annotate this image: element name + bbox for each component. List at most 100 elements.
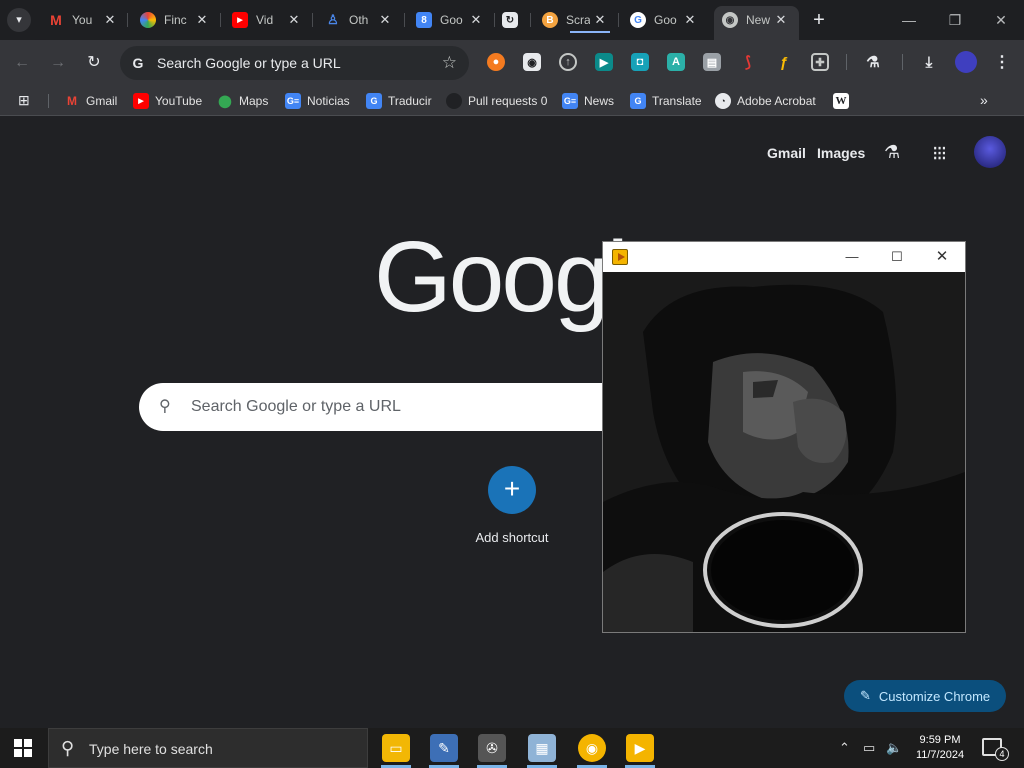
extensions-puzzle-icon[interactable]: ✚ xyxy=(811,53,829,71)
images-link[interactable]: Images xyxy=(817,145,865,161)
tab-google-docs[interactable]: 8 Goo ✕ xyxy=(416,6,484,34)
restore-button[interactable]: ❐ xyxy=(940,8,970,32)
close-icon[interactable]: ✕ xyxy=(592,12,608,28)
tab-label: New xyxy=(746,13,770,27)
bookmark-news[interactable]: G≡ News xyxy=(562,92,614,110)
extension-orange-icon[interactable]: ● xyxy=(487,53,505,71)
video-player-app-icon xyxy=(612,249,628,265)
tab-divider xyxy=(494,13,495,27)
bookmark-youtube[interactable]: ▶ YouTube xyxy=(133,92,202,110)
wikipedia-icon: W xyxy=(833,93,849,109)
docs-icon: 8 xyxy=(416,12,432,28)
film-reel-icon[interactable]: ✇ xyxy=(478,734,506,762)
address-bar[interactable]: G Search Google or type a URL ☆ xyxy=(120,46,469,80)
tab-find[interactable]: Finc ✕ xyxy=(140,6,210,34)
close-icon[interactable]: ✕ xyxy=(468,12,484,28)
close-icon[interactable]: ✕ xyxy=(377,12,393,28)
video-maximize-button[interactable]: ☐ xyxy=(882,246,912,268)
webcam-image xyxy=(603,272,965,632)
bookmark-label: Translate xyxy=(652,94,702,108)
youtube-icon: ▶ xyxy=(133,93,149,109)
video-player-app-icon[interactable]: ▶ xyxy=(626,734,654,762)
profile-avatar[interactable] xyxy=(955,51,977,73)
labs-flask-icon[interactable]: ⚗ xyxy=(884,142,900,163)
bookmark-adobe-acrobat[interactable]: ◔ Adobe Acrobat xyxy=(715,92,816,110)
volume-icon[interactable]: 🔈 xyxy=(886,740,902,756)
tab-label: Scra xyxy=(566,13,590,27)
tab-gmail[interactable]: M You ✕ xyxy=(48,6,118,34)
tab-new-tab[interactable]: ◉ New ✕ xyxy=(714,6,799,40)
bookmark-pull-requests[interactable]: Pull requests 0 xyxy=(446,92,547,110)
more-bookmarks-chevron-icon[interactable]: » xyxy=(980,92,988,108)
video-close-button[interactable]: ✕ xyxy=(927,246,957,268)
show-hidden-icons-chevron-icon[interactable]: ⌃ xyxy=(839,740,850,756)
extension-upload-icon[interactable]: ↑ xyxy=(559,53,577,71)
download-icon[interactable]: ⤓ xyxy=(920,53,938,71)
tab-video[interactable]: ▶ Vid ✕ xyxy=(232,6,302,34)
video-player-window[interactable]: — ☐ ✕ xyxy=(602,241,966,633)
notifications-icon[interactable]: 4 xyxy=(982,738,1009,761)
extension-highlighter-icon[interactable]: ƒ xyxy=(775,53,793,71)
bookmark-traducir[interactable]: G Traducir xyxy=(366,92,432,110)
gmail-icon: M xyxy=(50,12,62,28)
tab-search-button[interactable]: ▾ xyxy=(7,8,31,32)
notification-count-badge: 4 xyxy=(995,747,1009,761)
close-icon[interactable]: ✕ xyxy=(102,12,118,28)
tab-google[interactable]: G Goo ✕ xyxy=(630,6,698,34)
extension-camera-icon[interactable]: ◘ xyxy=(631,53,649,71)
system-clock[interactable]: 9:59 PM 11/7/2024 xyxy=(908,733,972,763)
extension-print-icon[interactable]: ▤ xyxy=(703,53,721,71)
extension-acrobat-icon[interactable]: ⟆ xyxy=(739,53,757,71)
taskbar-search-placeholder: Type here to search xyxy=(89,741,213,757)
bookmark-wikipedia[interactable]: W xyxy=(833,92,855,110)
google-icon: G xyxy=(630,12,646,28)
network-icon[interactable]: ▭ xyxy=(863,740,875,756)
menu-kebab-icon[interactable]: ⋮ xyxy=(993,53,1011,71)
tab-other[interactable]: ♙ Oth ✕ xyxy=(325,6,393,34)
labs-flask-icon[interactable]: ⚗ xyxy=(864,53,882,71)
close-icon[interactable]: ✕ xyxy=(682,12,698,28)
add-shortcut-button[interactable]: + xyxy=(488,466,536,514)
bookmark-star-icon[interactable]: ☆ xyxy=(442,53,457,73)
webcam-video-frame xyxy=(603,272,965,632)
file-explorer-icon[interactable]: ▭ xyxy=(382,734,410,762)
close-window-button[interactable]: ✕ xyxy=(986,8,1016,32)
google-apps-grid-icon[interactable]: ⁝⁝⁝ xyxy=(932,141,947,166)
apps-grid-icon[interactable]: ⊞ xyxy=(18,92,34,108)
video-window-titlebar[interactable]: — ☐ ✕ xyxy=(603,242,965,272)
tab-scratch[interactable]: B Scra ✕ xyxy=(542,6,608,34)
tab-label: You xyxy=(72,13,93,27)
control-panel-icon[interactable]: ▦ xyxy=(528,734,556,762)
tab-label: Goo xyxy=(440,13,463,27)
new-tab-button[interactable]: + xyxy=(808,8,830,32)
chrome-canary-icon[interactable]: ◉ xyxy=(578,734,606,762)
clock-date: 11/7/2024 xyxy=(915,749,965,761)
minimize-button[interactable]: — xyxy=(894,8,924,32)
tab-divider xyxy=(530,13,531,27)
video-minimize-button[interactable]: — xyxy=(837,246,867,268)
extension-glasses-icon[interactable]: ◉ xyxy=(523,53,541,71)
gmail-link[interactable]: Gmail xyxy=(767,145,806,161)
account-avatar[interactable] xyxy=(974,136,1006,168)
taskbar-search-box[interactable]: ⚲ Type here to search xyxy=(48,728,368,768)
extension-translate-icon[interactable]: A xyxy=(667,53,685,71)
tab-pinned[interactable]: ↻ xyxy=(502,6,524,34)
back-button[interactable]: ← xyxy=(10,51,34,75)
extension-video-icon[interactable]: ▶ xyxy=(595,53,613,71)
close-icon[interactable]: ✕ xyxy=(286,12,302,28)
bookmark-translate[interactable]: G Translate xyxy=(630,92,702,110)
bookmark-gmail[interactable]: M Gmail xyxy=(64,92,117,110)
close-icon[interactable]: ✕ xyxy=(194,12,210,28)
forward-button[interactable]: → xyxy=(46,51,70,75)
bookmark-noticias[interactable]: G≡ Noticias xyxy=(285,92,350,110)
photo-editor-icon[interactable]: ✎ xyxy=(430,734,458,762)
add-shortcut-label: Add shortcut xyxy=(475,530,549,545)
windows-start-icon[interactable] xyxy=(14,739,32,757)
tab-divider xyxy=(312,13,313,27)
close-icon[interactable]: ✕ xyxy=(773,12,789,28)
maps-icon: ⬤ xyxy=(218,94,232,108)
bookmarks-bar: ⊞ M Gmail ▶ YouTube ⬤ Maps G≡ Noticias G… xyxy=(0,86,1024,116)
reload-button[interactable]: ↻ xyxy=(82,51,106,75)
bookmark-maps[interactable]: ⬤ Maps xyxy=(217,92,268,110)
customize-chrome-button[interactable]: ✎ Customize Chrome xyxy=(844,680,1006,712)
